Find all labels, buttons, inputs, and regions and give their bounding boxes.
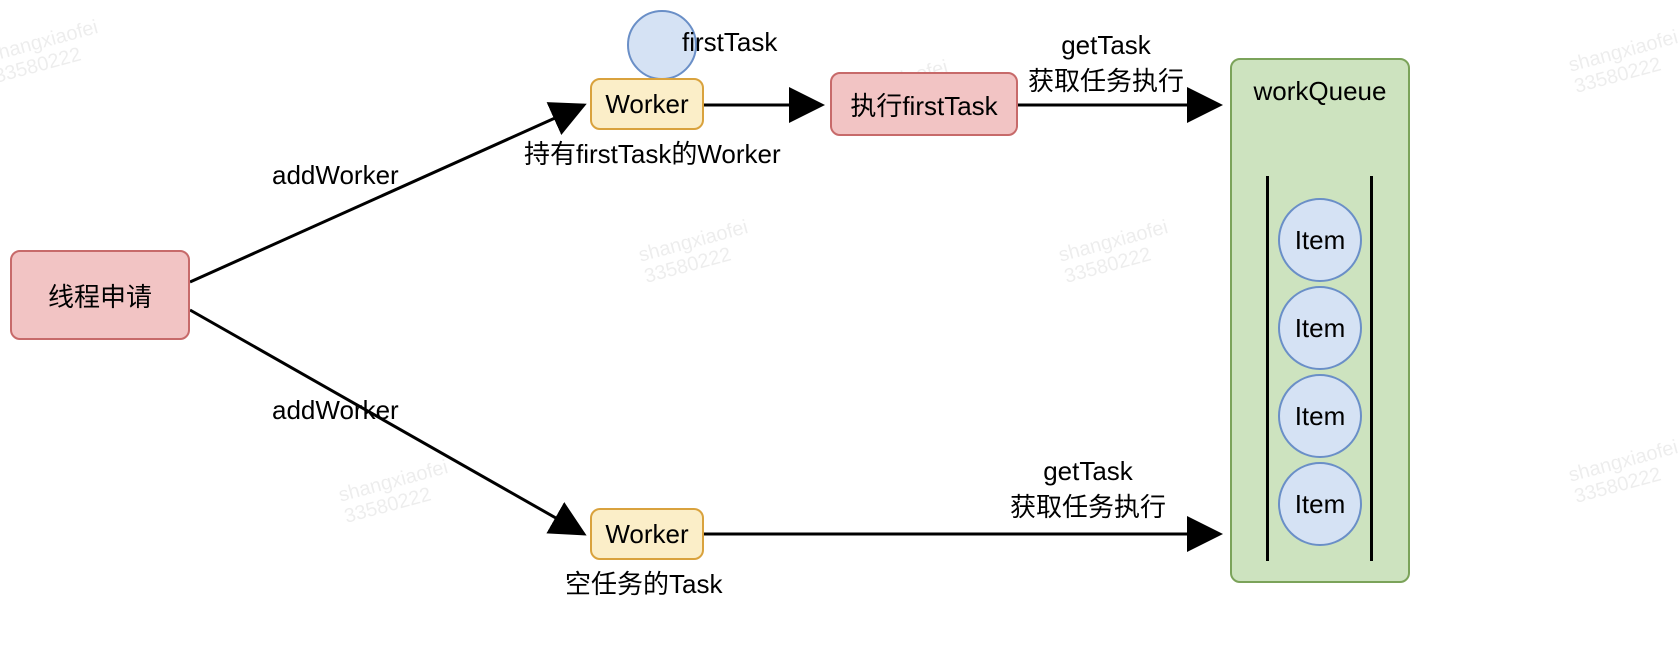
item-label: Item: [1295, 401, 1346, 432]
node-thread-request: 线程申请: [10, 250, 190, 340]
watermark: shangxiaofei 33580222: [1566, 26, 1678, 98]
node-worker-top: Worker: [590, 78, 704, 130]
watermark: shangxiaofei 33580222: [1056, 216, 1176, 288]
node-label: 执行firstTask: [850, 86, 997, 123]
queue-rail-right: [1370, 176, 1373, 561]
item-label: Item: [1295, 225, 1346, 256]
edge-label-get-task-top: getTask获取任务执行: [1028, 30, 1184, 98]
watermark: shangxiaofei 33580222: [1566, 436, 1678, 508]
node-label: 线程申请: [48, 277, 152, 314]
queue-item: Item: [1278, 462, 1362, 546]
caption-worker-bottom: 空任务的Task: [565, 564, 722, 601]
queue-rail-left: [1266, 176, 1269, 561]
node-label: Worker: [605, 519, 688, 550]
watermark: shangxiaofei 33580222: [636, 216, 756, 288]
node-execute-first-task: 执行firstTask: [830, 72, 1018, 136]
queue-item: Item: [1278, 198, 1362, 282]
edge-label-add-worker-top: addWorker: [272, 160, 399, 191]
node-worker-bottom: Worker: [590, 508, 704, 560]
caption-worker-top: 持有firstTask的Worker: [524, 134, 781, 171]
node-label: Worker: [605, 89, 688, 120]
edge-label-get-task-bottom: getTask获取任务执行: [1010, 456, 1166, 524]
work-queue-label: workQueue: [1254, 76, 1387, 107]
watermark: shangxiaofei 33580222: [336, 456, 456, 528]
item-label: Item: [1295, 489, 1346, 520]
diagram-canvas: shangxiaofei 33580222 shangxiaofei 33580…: [0, 0, 1678, 648]
queue-item: Item: [1278, 374, 1362, 458]
item-label: Item: [1295, 313, 1346, 344]
first-task-label: firstTask: [682, 27, 777, 58]
edge-label-add-worker-bottom: addWorker: [272, 395, 399, 426]
queue-item: Item: [1278, 286, 1362, 370]
watermark: shangxiaofei 33580222: [0, 16, 106, 88]
